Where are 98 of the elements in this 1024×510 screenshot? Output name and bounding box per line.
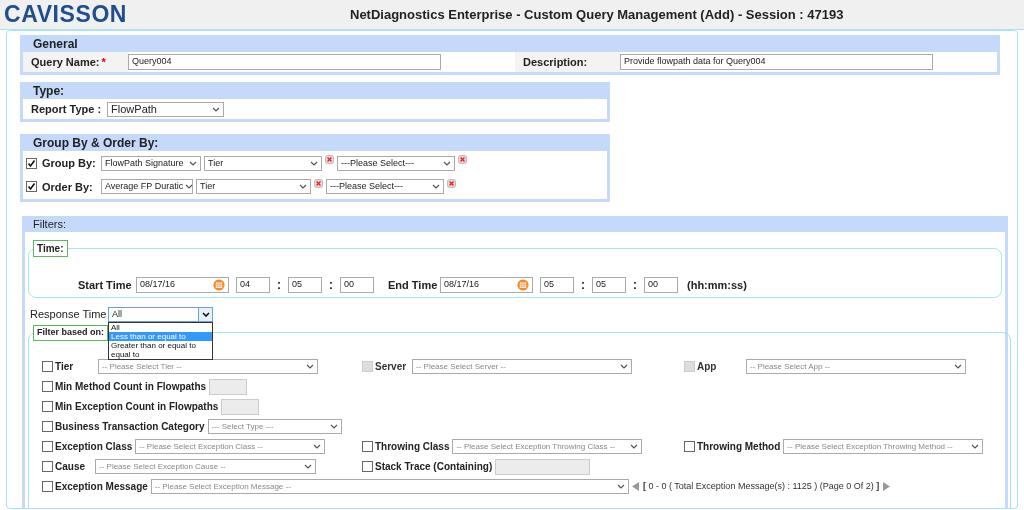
section-header: Type: <box>32 82 66 99</box>
caret-icon <box>304 464 312 469</box>
caret-icon <box>954 364 962 369</box>
caret-icon <box>299 184 307 190</box>
logo: CAVISSON <box>4 1 128 28</box>
caret-icon <box>620 364 628 369</box>
caret-icon <box>310 160 318 166</box>
field-label: Stack Trace (Containing) <box>374 460 494 474</box>
caret-icon <box>329 424 338 429</box>
field-label: Query Name: <box>31 54 100 70</box>
caret-icon <box>971 444 980 449</box>
remove-icon[interactable] <box>314 178 323 188</box>
field-label: End Time <box>388 277 439 293</box>
checkbox[interactable] <box>42 461 53 472</box>
dropdown[interactable]: --- Select Type --- <box>207 419 342 434</box>
input-field[interactable]: 05 <box>540 277 574 293</box>
checkbox[interactable] <box>42 381 53 392</box>
dropdown[interactable]: -- Please Select Exception Class -- <box>135 439 326 454</box>
section-header: Group By & Order By: <box>32 134 160 151</box>
dropdown[interactable]: Average FP Duratic <box>101 179 193 195</box>
checkbox[interactable] <box>42 401 53 412</box>
dropdown[interactable]: -- Please Select Exception Throwing Method -- <box>783 439 984 454</box>
checkbox[interactable] <box>42 361 53 372</box>
remove-icon[interactable] <box>458 155 467 164</box>
next-icon[interactable] <box>883 482 891 491</box>
pager-text: [ 0 - 0 ( Total Exception Message(s) : 1125 ) (Page 0 Of 2) ] <box>643 479 880 493</box>
input-field[interactable]: Provide flowpath data for Query004 <box>620 54 933 70</box>
field-label: Server <box>374 360 408 374</box>
dropdown[interactable]: -- Please Select Exception Cause -- <box>95 459 316 474</box>
checkbox[interactable] <box>362 441 373 452</box>
section-header: Filters: <box>25 216 1005 232</box>
field-label: Throwing Method <box>696 440 782 454</box>
group-legend: Filter based on: <box>33 325 108 341</box>
required-mark: * <box>101 54 106 70</box>
remove-icon[interactable] <box>325 155 334 164</box>
caret-icon <box>630 444 639 449</box>
field-label: Throwing Class <box>374 440 451 454</box>
dropdown[interactable]: -- Please Select Exception Message -- <box>150 479 629 494</box>
input-field[interactable]: 00 <box>340 277 374 293</box>
dropdown[interactable]: FlowPath Signature <box>101 155 201 171</box>
caret-icon <box>185 184 194 190</box>
caret-icon <box>616 484 625 489</box>
field-label: Cause <box>54 460 86 474</box>
date-field[interactable]: 08/17/16 <box>440 277 533 293</box>
format-hint: (hh:mm:ss) <box>687 277 747 293</box>
input-field[interactable] <box>495 458 591 475</box>
caret-icon <box>432 184 440 190</box>
section-header: General <box>32 35 79 52</box>
checkbox[interactable] <box>42 441 53 452</box>
caret-icon <box>443 160 451 166</box>
input-field[interactable]: 04 <box>236 277 270 293</box>
dropdown[interactable]: ---Please Select--- <box>337 155 455 171</box>
input-field[interactable] <box>221 398 260 415</box>
field-label: Response Time <box>29 307 108 323</box>
dropdown[interactable]: -- Please Select Tier -- <box>98 359 318 374</box>
field-label: Exception Class <box>54 440 134 454</box>
field-label: Min Method Count in Flowpaths <box>54 380 208 394</box>
dropdown[interactable]: ---Please Select--- <box>326 179 444 195</box>
dropdown[interactable]: Tier <box>196 179 311 195</box>
dropdown[interactable]: FlowPath <box>107 101 225 117</box>
checkbox[interactable] <box>684 441 695 452</box>
time-separator: : <box>328 277 334 294</box>
checkbox[interactable] <box>26 181 37 193</box>
checkbox[interactable] <box>42 481 53 492</box>
checkbox[interactable] <box>26 157 37 169</box>
caret-icon <box>306 364 314 369</box>
input-field[interactable]: 05 <box>592 277 626 293</box>
input-field[interactable] <box>209 378 248 395</box>
input-field[interactable]: 00 <box>644 277 678 293</box>
checkbox[interactable] <box>362 461 373 472</box>
caret-icon <box>212 106 221 112</box>
input-field[interactable]: Query004 <box>128 54 441 70</box>
field-label: App <box>696 360 718 374</box>
checkbox[interactable] <box>42 421 53 432</box>
remove-icon[interactable] <box>447 178 456 188</box>
previous-icon[interactable] <box>632 482 639 491</box>
dropdown[interactable]: -- Please Select Exception Throwing Class -- <box>452 439 643 454</box>
field-label: Report Type : <box>31 101 102 117</box>
field-label: Business Transaction Category <box>54 420 206 434</box>
field-label: Group By: <box>41 156 97 171</box>
field-label: Tier <box>54 360 75 374</box>
caret-icon <box>189 160 197 166</box>
field-label: Start Time <box>78 277 133 293</box>
caret-icon <box>201 312 210 317</box>
input-field[interactable]: 05 <box>288 277 322 293</box>
date-field[interactable]: 08/17/16 <box>136 277 229 293</box>
field-label: Min Exception Count in Flowpaths <box>54 400 220 414</box>
field-label: Order By: <box>41 179 94 195</box>
field-label: Exception Message <box>54 480 149 494</box>
dropdown[interactable]: All <box>108 307 213 322</box>
caret-icon <box>313 444 322 449</box>
field-label: Description: <box>523 54 588 70</box>
group-legend: Time: <box>33 240 68 257</box>
dropdown[interactable]: Tier <box>204 155 322 171</box>
time-separator: : <box>276 277 282 294</box>
time-separator: : <box>632 277 638 294</box>
time-separator: : <box>580 277 586 294</box>
page-title: NetDiagnostics Enterprise - Custom Query Management (Add) - Session : 47193 <box>350 5 844 24</box>
